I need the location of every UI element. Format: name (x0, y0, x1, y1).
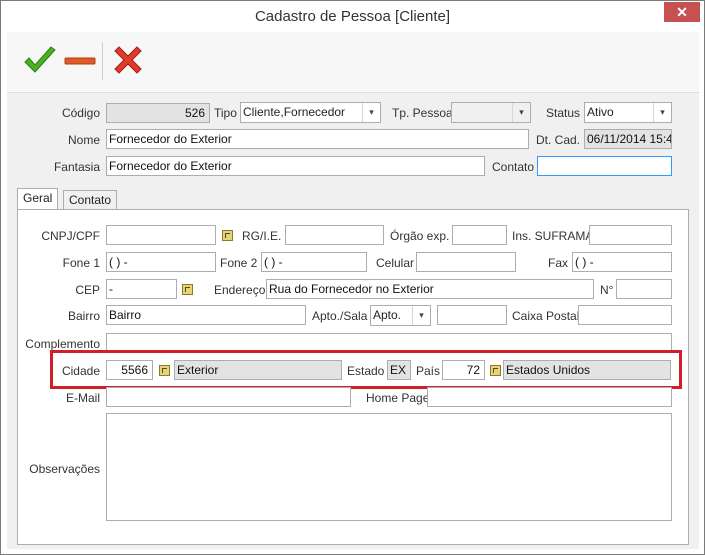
celular-label: Celular (376, 256, 415, 270)
fone1-field[interactable]: ( ) - (106, 252, 216, 272)
cep-field[interactable]: - (106, 279, 177, 299)
email-label: E-Mail (65, 391, 100, 405)
chevron-down-icon: ▾ (362, 103, 380, 122)
fone1-label: Fone 1 (62, 256, 100, 270)
cidade-name-field[interactable]: Exterior (174, 360, 342, 380)
tipo-select-value: Cliente,Fornecedor (243, 105, 346, 119)
suframa-label: Ins. SUFRAMA (512, 229, 594, 243)
fax-label: Fax (548, 256, 569, 270)
status-select-value: Ativo (587, 105, 614, 119)
fone2-label: Fone 2 (220, 256, 258, 270)
cep-lookup-icon[interactable] (182, 284, 193, 295)
pais-code-field[interactable]: 72 (442, 360, 485, 380)
pais-lookup-icon[interactable] (490, 365, 501, 376)
estado-label: Estado (347, 364, 385, 378)
cidade-label: Cidade (61, 364, 100, 378)
contato-field[interactable] (537, 156, 672, 176)
form-content: Código 526 Tipo Cliente,Fornecedor ▾ Tp.… (7, 93, 699, 549)
tab-geral[interactable]: Geral (17, 188, 59, 210)
celular-field[interactable] (416, 252, 516, 272)
fax-field[interactable]: ( ) - (572, 252, 672, 272)
status-label: Status (546, 106, 581, 120)
fantasia-field[interactable]: Fornecedor do Exterior (106, 156, 485, 176)
complemento-label: Complemento (25, 337, 100, 351)
cnpj-label: CNPJ/CPF (41, 229, 100, 243)
caixa-postal-field[interactable] (578, 305, 672, 325)
toolbar-separator (102, 42, 103, 80)
chevron-down-icon: ▾ (653, 103, 671, 122)
orgao-label: Órgão exp. (390, 229, 450, 243)
fone2-field[interactable]: ( ) - (261, 252, 367, 272)
cidade-lookup-icon[interactable] (159, 365, 170, 376)
observacoes-textarea[interactable] (106, 413, 672, 521)
rg-label: RG/I.E. (242, 229, 282, 243)
cancel-button[interactable] (109, 42, 147, 80)
suframa-field[interactable] (589, 225, 672, 245)
rg-field[interactable] (285, 225, 384, 245)
nome-label: Nome (67, 133, 100, 147)
tipo-select[interactable]: Cliente,Fornecedor ▾ (240, 102, 381, 123)
orgao-field[interactable] (452, 225, 507, 245)
fantasia-label: Fantasia (53, 160, 100, 174)
homepage-field[interactable] (427, 387, 672, 407)
numero-label: N° (600, 283, 614, 297)
apto-select[interactable]: Apto. ▾ (370, 305, 431, 326)
toolbar (7, 32, 699, 93)
title-bar: Cadastro de Pessoa [Cliente] ✕ (1, 1, 704, 32)
remove-button[interactable] (61, 42, 99, 80)
pais-name-field[interactable]: Estados Unidos (503, 360, 671, 380)
apto-select-value: Apto. (373, 308, 402, 322)
tp-pessoa-select[interactable]: ▾ (451, 102, 531, 123)
close-button[interactable]: ✕ (664, 2, 700, 22)
cnpj-lookup-icon[interactable] (222, 230, 233, 241)
bairro-label: Bairro (67, 309, 100, 323)
minus-icon (64, 57, 96, 65)
dt-cad-label: Dt. Cad. (536, 133, 581, 147)
tp-pessoa-label: Tp. Pessoa (392, 106, 453, 120)
apto-label: Apto./Sala (312, 309, 368, 323)
dt-cad-field[interactable]: 06/11/2014 15:4 (584, 129, 672, 149)
tipo-label: Tipo (214, 106, 237, 120)
cnpj-field[interactable] (106, 225, 216, 245)
email-field[interactable] (106, 387, 351, 407)
cidade-code-field[interactable]: 5566 (106, 360, 153, 380)
cadastro-pessoa-window: Cadastro de Pessoa [Cliente] ✕ Código 52… (0, 0, 705, 555)
endereco-field[interactable]: Rua do Fornecedor no Exterior (266, 279, 594, 299)
contato-label: Contato (492, 160, 535, 174)
checkmark-icon (24, 46, 56, 73)
estado-field[interactable]: EX (387, 360, 411, 380)
bairro-field[interactable]: Bairro (106, 305, 306, 325)
confirm-button[interactable] (21, 42, 59, 80)
numero-field[interactable] (616, 279, 672, 299)
codigo-field[interactable]: 526 (106, 103, 210, 123)
chevron-down-icon: ▾ (512, 103, 530, 122)
nome-field[interactable]: Fornecedor do Exterior (106, 129, 529, 149)
chevron-down-icon: ▾ (412, 306, 430, 325)
codigo-label: Código (61, 106, 100, 120)
observacoes-label: Observações (29, 462, 100, 476)
window-title: Cadastro de Pessoa [Cliente] (254, 8, 451, 25)
tab-contato[interactable]: Contato (63, 190, 118, 210)
cep-label: CEP (75, 283, 100, 297)
x-icon (114, 46, 142, 74)
apto-field[interactable] (437, 305, 507, 325)
caixa-postal-label: Caixa Postal (512, 309, 580, 323)
endereco-label: Endereço (214, 283, 266, 297)
homepage-label: Home Page (366, 391, 430, 405)
pais-label: País (416, 364, 441, 378)
status-select[interactable]: Ativo ▾ (584, 102, 672, 123)
